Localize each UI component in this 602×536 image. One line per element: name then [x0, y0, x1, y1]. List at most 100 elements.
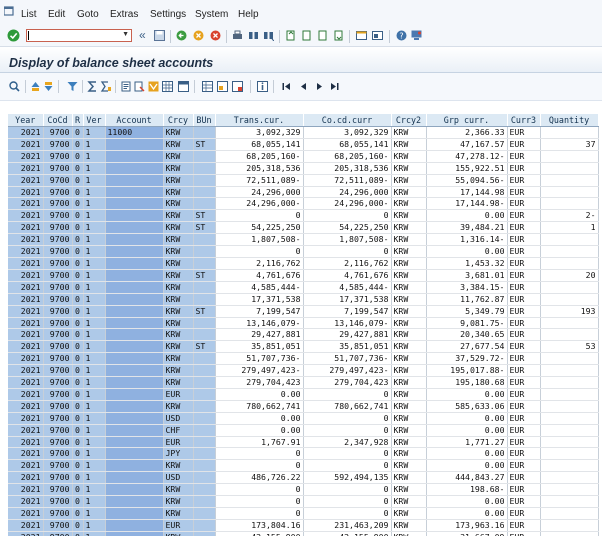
table-row[interactable]: 2021 9700 0 1 KRW 780,662,741 780,662,741 KRW 58…	[8, 400, 599, 413]
cell-currency[interactable]: KRW	[163, 305, 194, 318]
cell-base-unit[interactable]	[193, 257, 216, 270]
cell-base-unit[interactable]	[193, 197, 216, 211]
cell-cocd-curr[interactable]: 7,199,547	[303, 305, 392, 318]
cell-cocd-curr[interactable]: 0	[303, 412, 392, 425]
cell-trans-curr[interactable]: 68,205,160-	[215, 150, 304, 163]
cell-record-type[interactable]: 0	[72, 424, 84, 437]
cell-company-code[interactable]: 9700	[43, 531, 73, 536]
cell-group-curr[interactable]: 0.00	[426, 507, 508, 520]
table-row[interactable]: 2021 9700 0 1 KRW ST 7,199,547 7,199,547 KRW 5,34…	[8, 305, 599, 318]
cell-cocd-curr[interactable]: 0	[303, 495, 392, 508]
cell-version[interactable]: 1	[83, 471, 106, 485]
table-row[interactable]: 2021 9700 0 1 KRW 0 0 KRW 0.00 EUR	[8, 245, 599, 258]
cell-year[interactable]: 2021	[8, 483, 44, 497]
cell-currency-2[interactable]: KRW	[391, 471, 427, 485]
cell-trans-curr[interactable]: 29,427,881	[215, 328, 304, 342]
cell-record-type[interactable]: 0	[72, 531, 84, 536]
cell-currency[interactable]: KRW	[163, 531, 194, 536]
cell-company-code[interactable]: 9700	[43, 352, 73, 366]
cell-quantity[interactable]: 2-	[540, 209, 599, 223]
cell-account[interactable]	[105, 352, 164, 366]
cell-group-curr[interactable]: 47,278.12-	[426, 150, 508, 163]
customize-layout-icon[interactable]	[411, 30, 422, 41]
cell-version[interactable]: 1	[83, 197, 106, 211]
cell-version[interactable]: 1	[83, 388, 106, 401]
cell-currency[interactable]: EUR	[163, 519, 194, 532]
cell-currency-2[interactable]: KRW	[391, 269, 427, 282]
system-menu-icon[interactable]	[4, 6, 14, 16]
cell-record-type[interactable]: 0	[72, 269, 84, 282]
cell-version[interactable]: 1	[83, 519, 106, 532]
table-row[interactable]: 2021 9700 0 1 KRW 24,296,000 24,296,000 KRW 17,1…	[8, 186, 599, 199]
cell-quantity[interactable]	[540, 186, 599, 199]
print-preview-icon[interactable]	[121, 81, 132, 92]
cell-trans-curr[interactable]: 0	[215, 209, 304, 223]
cell-currency-3[interactable]: EUR	[507, 459, 541, 473]
cell-cocd-curr[interactable]: 592,494,135	[303, 471, 392, 485]
table-row[interactable]: 2021 9700 0 1 CHF 0.00 0 KRW 0.00 EUR	[8, 424, 599, 437]
cell-quantity[interactable]	[540, 388, 599, 401]
cell-version[interactable]: 1	[83, 424, 106, 437]
cell-cocd-curr[interactable]: 2,347,928	[303, 436, 392, 449]
previous-page-icon[interactable]	[301, 30, 312, 41]
table-row[interactable]: 2021 9700 0 1 KRW 13,146,079- 13,146,079- KRW 9,…	[8, 317, 599, 330]
cell-year[interactable]: 2021	[8, 197, 44, 211]
cell-trans-curr[interactable]: 3,092,329	[215, 126, 304, 139]
cell-quantity[interactable]	[540, 495, 599, 508]
cell-trans-curr[interactable]: 54,225,250	[215, 221, 304, 235]
cell-account[interactable]	[105, 138, 164, 151]
cell-currency-2[interactable]: KRW	[391, 233, 427, 247]
cell-base-unit[interactable]	[193, 162, 216, 175]
cell-base-unit[interactable]	[193, 245, 216, 258]
cell-currency-2[interactable]: KRW	[391, 519, 427, 532]
cell-version[interactable]: 1	[83, 186, 106, 199]
menu-extras[interactable]: Extras	[110, 9, 138, 20]
cell-trans-curr[interactable]: 279,704,423	[215, 376, 304, 389]
cell-cocd-curr[interactable]: 42,155,900	[303, 531, 392, 536]
cell-company-code[interactable]: 9700	[43, 483, 73, 497]
table-row[interactable]: 2021 9700 0 1 EUR 173,804.16 231,463,209 KRW 173…	[8, 519, 599, 532]
cell-trans-curr[interactable]: 51,707,736-	[215, 352, 304, 366]
print-icon[interactable]	[232, 30, 243, 41]
cell-currency[interactable]: KRW	[163, 281, 194, 294]
cell-version[interactable]: 1	[83, 328, 106, 342]
cell-year[interactable]: 2021	[8, 328, 44, 342]
next-page-icon[interactable]	[317, 30, 328, 41]
cell-quantity[interactable]: 37	[540, 138, 599, 151]
cell-base-unit[interactable]	[193, 317, 216, 330]
cell-company-code[interactable]: 9700	[43, 459, 73, 473]
cell-currency-3[interactable]: EUR	[507, 340, 541, 354]
cell-company-code[interactable]: 9700	[43, 293, 73, 306]
cell-record-type[interactable]: 0	[72, 281, 84, 294]
cell-currency-3[interactable]: EUR	[507, 507, 541, 520]
cell-account[interactable]	[105, 186, 164, 199]
cell-company-code[interactable]: 9700	[43, 340, 73, 354]
cell-year[interactable]: 2021	[8, 186, 44, 199]
cell-company-code[interactable]: 9700	[43, 388, 73, 401]
cell-version[interactable]: 1	[83, 317, 106, 330]
cell-account[interactable]	[105, 388, 164, 401]
cell-base-unit[interactable]	[193, 126, 216, 139]
cell-year[interactable]: 2021	[8, 257, 44, 270]
cell-base-unit[interactable]	[193, 519, 216, 532]
cell-quantity[interactable]	[540, 245, 599, 258]
cell-year[interactable]: 2021	[8, 174, 44, 187]
cell-currency-3[interactable]: EUR	[507, 245, 541, 258]
table-row[interactable]: 2021 9700 0 1 KRW 51,707,736- 51,707,736- KRW 37…	[8, 352, 599, 366]
cell-company-code[interactable]: 9700	[43, 328, 73, 342]
word-icon[interactable]	[148, 81, 159, 92]
cell-company-code[interactable]: 9700	[43, 257, 73, 270]
cell-currency-2[interactable]: KRW	[391, 186, 427, 199]
cell-currency-3[interactable]: EUR	[507, 400, 541, 413]
table-row[interactable]: 2021 9700 0 1 KRW ST 0 0 KRW 0.00 EUR 2-	[8, 209, 599, 223]
cell-cocd-curr[interactable]: 68,205,160-	[303, 150, 392, 163]
cell-record-type[interactable]: 0	[72, 245, 84, 258]
cell-currency-2[interactable]: KRW	[391, 376, 427, 389]
cell-currency[interactable]: EUR	[163, 388, 194, 401]
cell-group-curr[interactable]: 0.00	[426, 459, 508, 473]
cell-year[interactable]: 2021	[8, 209, 44, 223]
find-icon[interactable]	[248, 30, 259, 41]
cell-trans-curr[interactable]: 13,146,079-	[215, 317, 304, 330]
first-page-icon[interactable]	[285, 30, 296, 41]
details-icon[interactable]	[9, 81, 20, 92]
